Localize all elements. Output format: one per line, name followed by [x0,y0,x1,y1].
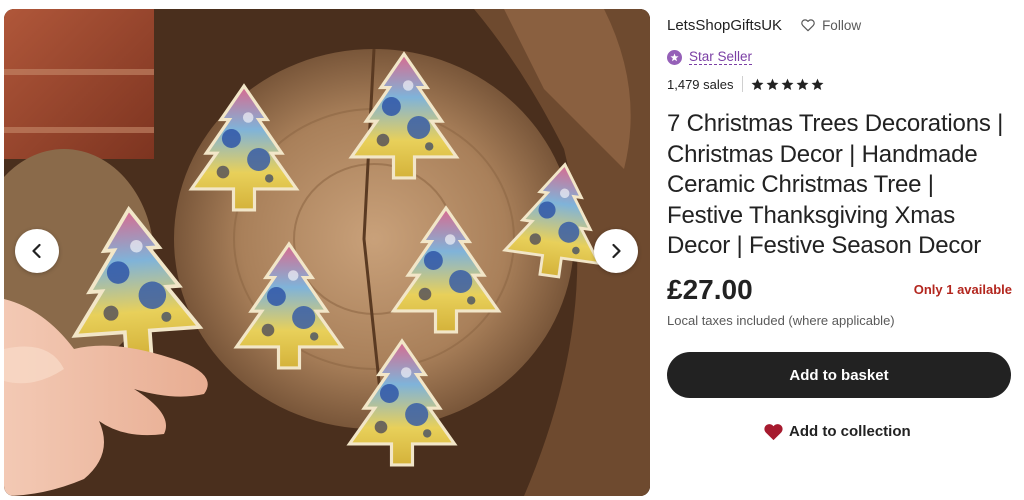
product-photo [4,9,650,496]
heart-outline-icon [801,19,815,32]
chevron-left-icon [32,243,41,259]
sales-count: 1,479 sales [667,76,734,92]
star-seller-label: Star Seller [689,49,753,65]
divider [741,76,743,92]
add-to-basket-button[interactable]: Add to basket [667,352,1011,398]
tax-note: Local taxes included (where applicable) [667,313,895,328]
star-icon [751,78,763,90]
shop-name-link[interactable]: LetsShopGiftsUK [667,17,782,34]
product-image-gallery[interactable] [4,9,650,496]
listing-title: 7 Christmas Trees Decorations | Christma… [667,110,1004,259]
heart-icon [764,423,783,440]
availability-notice: Only 1 available [913,282,1012,297]
star-icon [781,78,793,90]
follow-button[interactable]: Follow [800,17,861,33]
star-icon [811,78,823,90]
listing-info-panel: LetsShopGiftsUK Follow Star Seller 1,479… [667,0,1012,500]
sales-rating-row: 1,479 sales [667,74,826,94]
next-image-button[interactable] [594,229,638,273]
previous-image-button[interactable] [15,229,59,273]
add-to-collection-button[interactable]: Add to collection [763,418,911,444]
follow-label: Follow [822,17,862,33]
star-icon [796,78,808,90]
rating-stars[interactable] [751,78,826,91]
star-seller-icon [667,49,682,65]
price: £27.00 [667,274,753,305]
star-seller-badge[interactable]: Star Seller [667,47,753,67]
star-icon [766,78,778,90]
add-to-collection-label: Add to collection [789,422,911,440]
shop-row: LetsShopGiftsUK Follow [667,14,861,36]
chevron-right-icon [612,243,621,259]
